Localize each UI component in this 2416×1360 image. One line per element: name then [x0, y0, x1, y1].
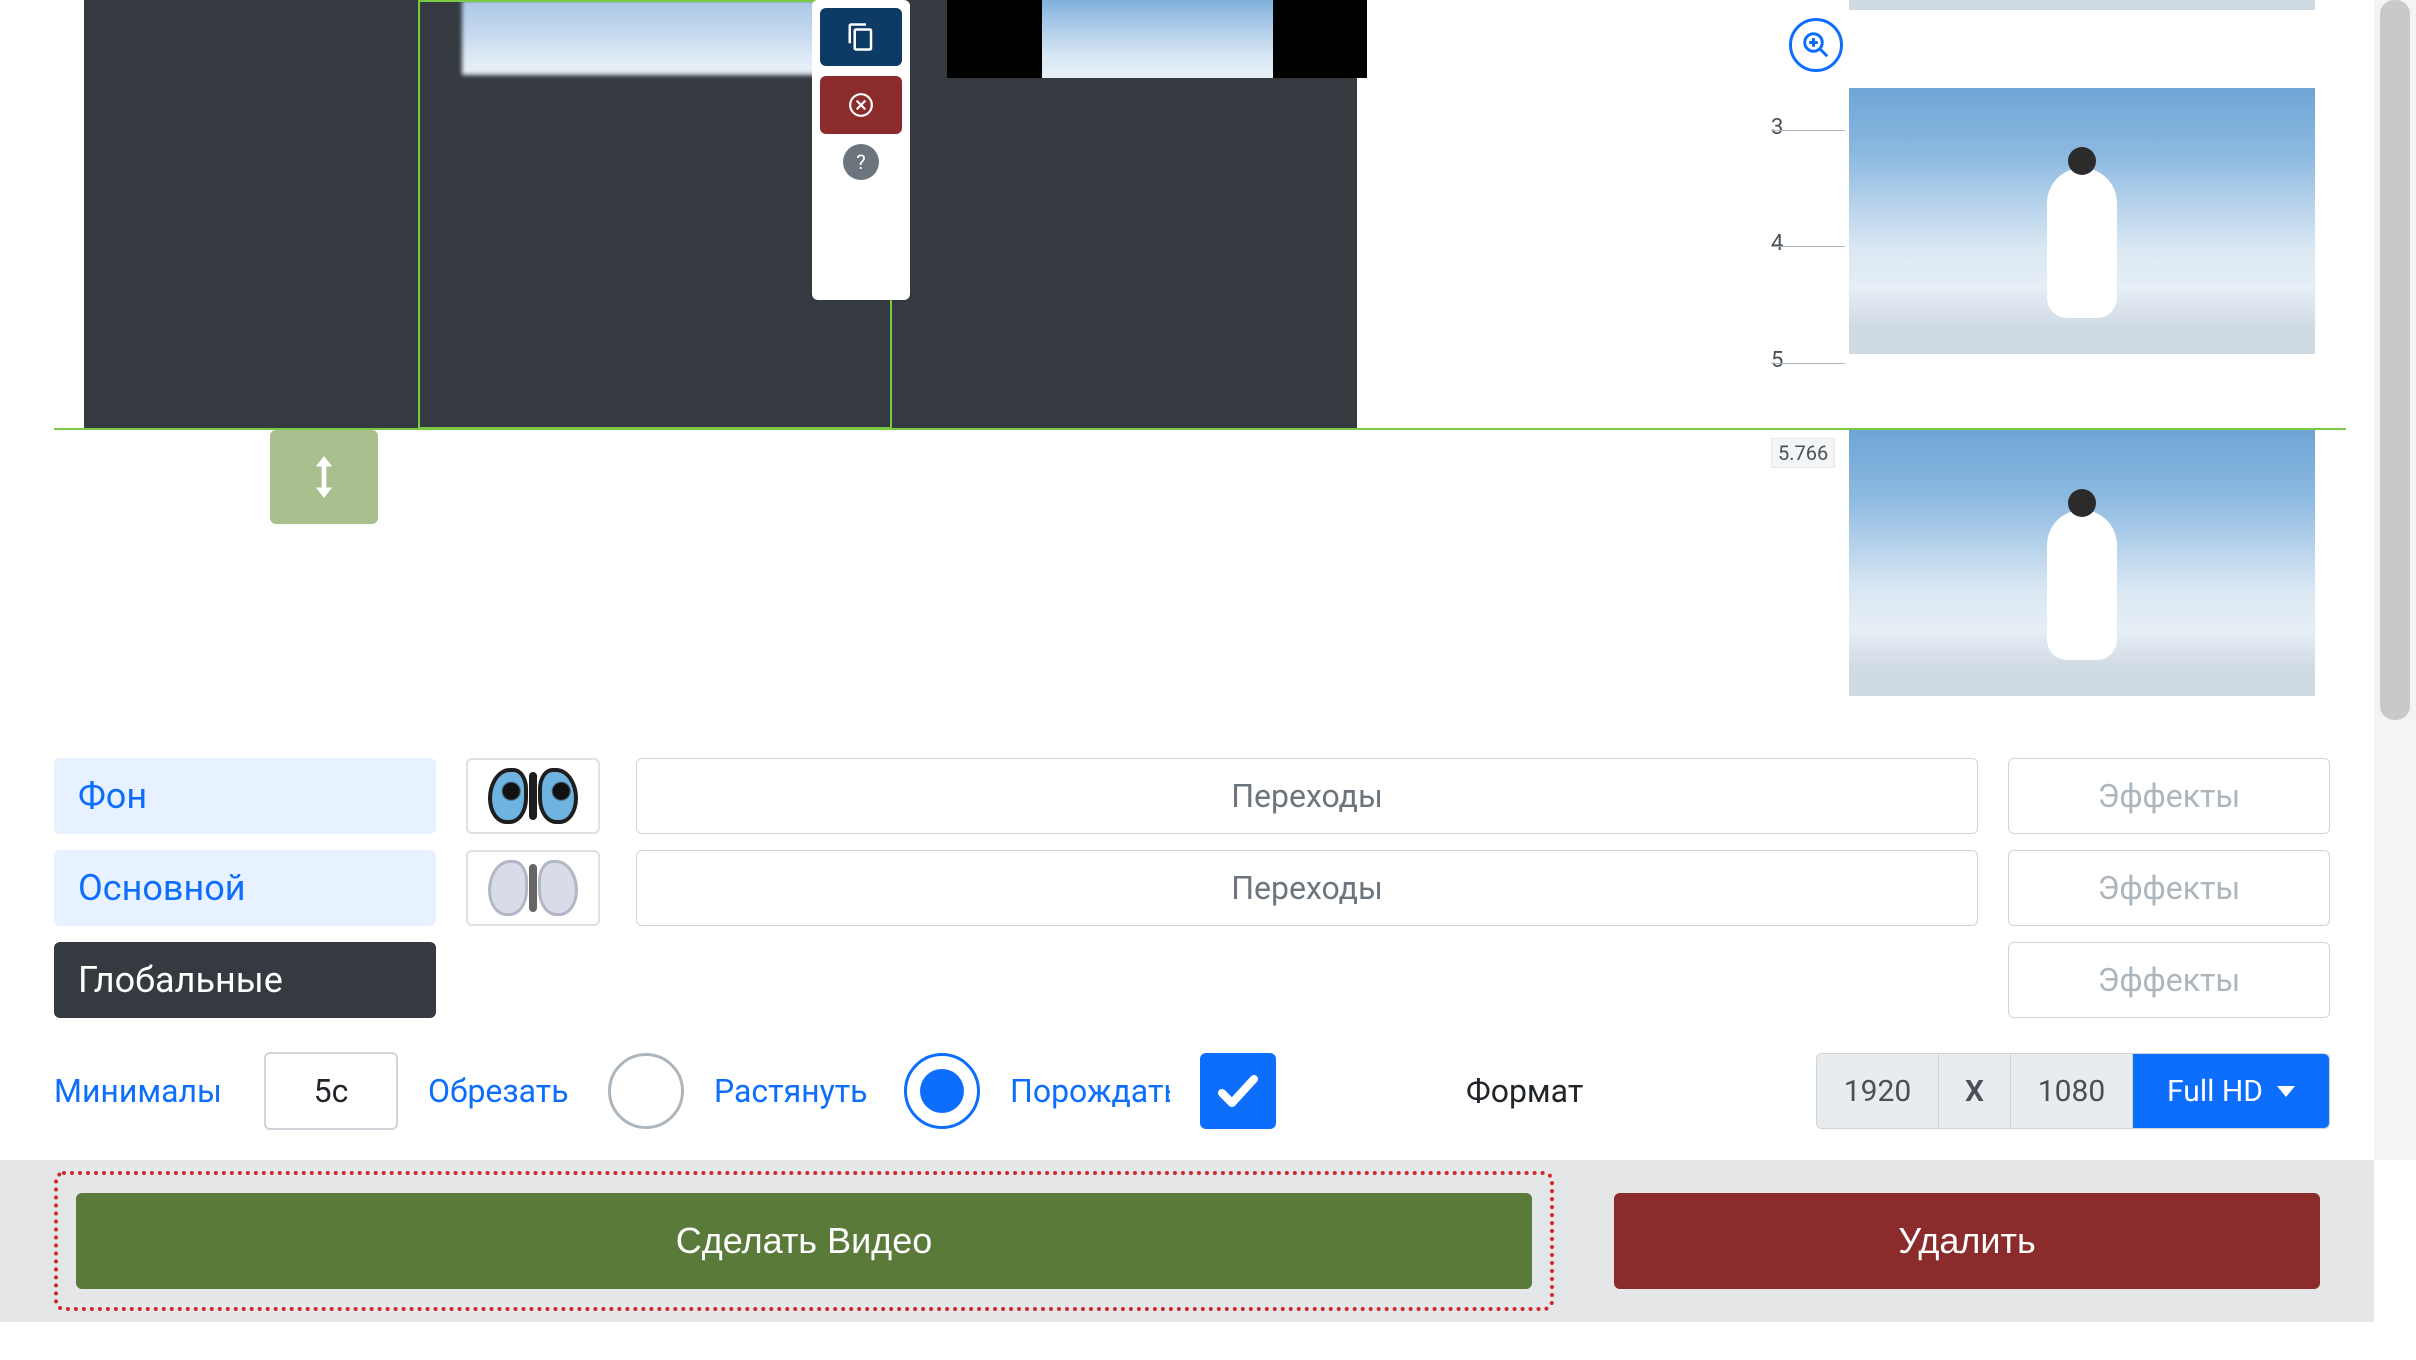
effects-button-bg[interactable]: Эффекты [2008, 758, 2330, 834]
tick-label-current: 5.766 [1771, 438, 1835, 468]
copy-button[interactable] [820, 8, 902, 66]
zoom-in-button[interactable] [1789, 18, 1843, 72]
spawn-label: Порождать [1010, 1072, 1170, 1110]
min-duration-input[interactable]: 5с [264, 1052, 398, 1130]
tick-mark [1771, 130, 1845, 131]
help-button[interactable]: ? [843, 144, 879, 180]
tick-mark [1771, 363, 1845, 364]
vertical-scrollbar[interactable] [2374, 0, 2416, 1160]
make-video-button[interactable]: Сделать Видео [76, 1193, 1532, 1289]
layer-tab-bg[interactable]: Фон [54, 758, 436, 834]
tick-label: 3 [1771, 115, 1783, 140]
layer-tab-global[interactable]: Глобальные [54, 942, 436, 1018]
stretch-label: Растянуть [714, 1072, 874, 1110]
transitions-input-bg[interactable]: Переходы [636, 758, 1978, 834]
effects-button-global[interactable]: Эффекты [2008, 942, 2330, 1018]
timeline-editor: ? 3 4 5 5.766 [0, 0, 2416, 700]
action-bar: Сделать Видео Удалить [0, 1160, 2374, 1322]
preview-frame-4[interactable] [1849, 430, 2315, 696]
clip-toolbar: ? [812, 0, 910, 300]
format-preset-dropdown[interactable]: Full HD [2133, 1054, 2329, 1128]
layer-thumb-bg[interactable] [466, 758, 600, 834]
tick-mark [1771, 246, 1845, 247]
tick-label: 5 [1771, 348, 1783, 373]
format-preset-label: Full HD [2167, 1074, 2263, 1109]
preview-frame-2[interactable] [1849, 0, 2315, 10]
spawn-checkbox[interactable] [1200, 1053, 1276, 1129]
clip-track[interactable] [84, 0, 1357, 429]
make-video-highlight: Сделать Видео [54, 1171, 1554, 1311]
transitions-input-main[interactable]: Переходы [636, 850, 1978, 926]
delete-button[interactable]: Удалить [1614, 1193, 2320, 1289]
crop-radio[interactable] [608, 1053, 684, 1129]
remove-clip-button[interactable] [820, 76, 902, 134]
stretch-radio[interactable] [904, 1053, 980, 1129]
preview-frame-3[interactable] [1849, 88, 2315, 354]
clip-thumbnail-2 [947, 0, 1367, 78]
tick-label: 4 [1771, 231, 1783, 256]
track-resize-handle[interactable] [270, 430, 378, 524]
crop-label: Обрезать [428, 1072, 578, 1110]
min-duration-label: Минималы [54, 1072, 234, 1110]
scrollbar-thumb[interactable] [2380, 0, 2410, 720]
format-group: 1920 X 1080 Full HD [1816, 1053, 2330, 1129]
layer-thumb-main[interactable] [466, 850, 600, 926]
format-height-input[interactable]: 1080 [2011, 1054, 2133, 1128]
effects-button-main[interactable]: Эффекты [2008, 850, 2330, 926]
options-row: Минималы 5с Обрезать Растянуть Порождать… [54, 1052, 2330, 1130]
format-label: Формат [1466, 1072, 1583, 1110]
layer-tab-main[interactable]: Основной [54, 850, 436, 926]
chevron-down-icon [2277, 1086, 2295, 1097]
format-width-input[interactable]: 1920 [1817, 1054, 1939, 1128]
layer-panel: Фон Переходы Эффекты Основной Переходы Э… [54, 758, 2330, 1018]
format-x: X [1939, 1054, 2011, 1128]
